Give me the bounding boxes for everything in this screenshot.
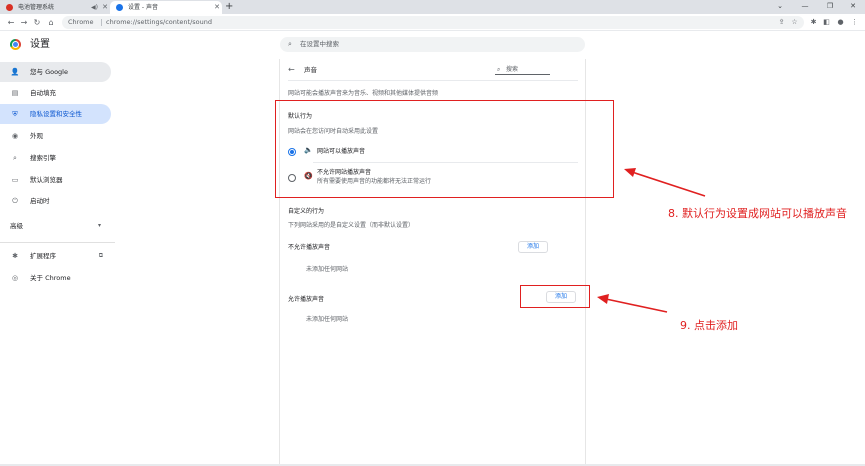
arrow-step9 bbox=[597, 294, 668, 313]
arrow-step8 bbox=[624, 168, 706, 197]
annotation-arrows bbox=[597, 168, 706, 313]
annotation-step8-text: 8. 默认行为设置成网站可以播放声音 bbox=[668, 207, 847, 220]
screen: 电池管理系统 ◀) ✕ 设置 - 声音 ✕ + ⌄ — ❐ ✕ ← → ↻ ⌂ … bbox=[0, 0, 865, 466]
annotation-step9-text: 9. 点击添加 bbox=[680, 319, 738, 332]
